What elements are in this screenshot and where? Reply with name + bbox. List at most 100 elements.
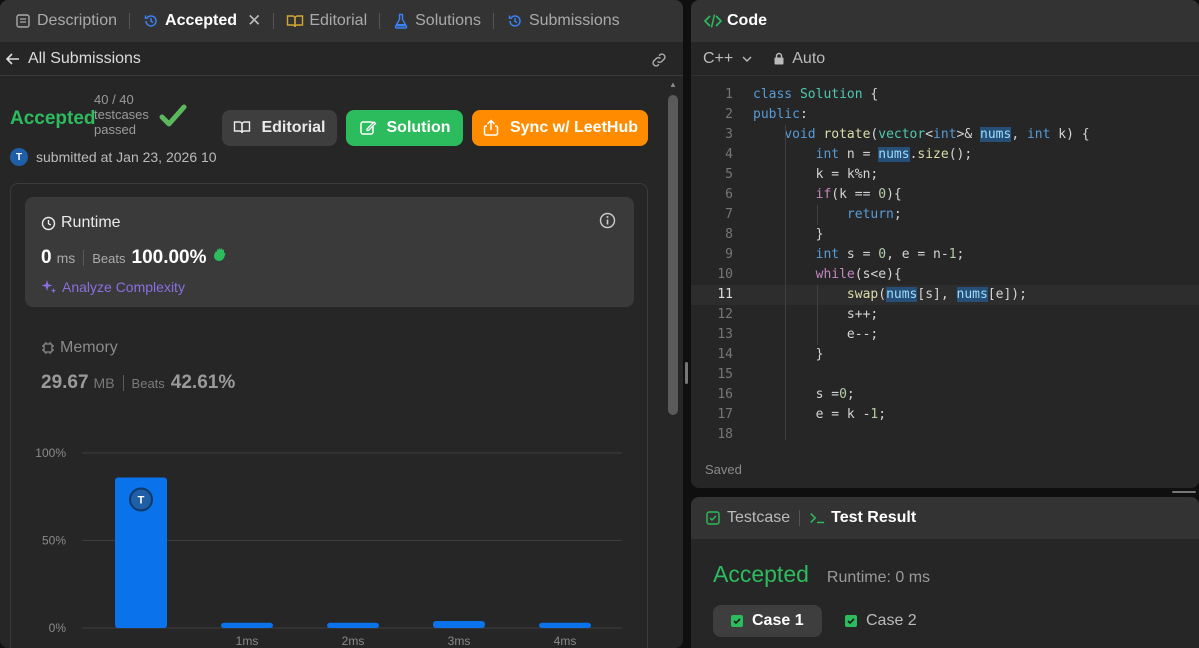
panel-resize-handle[interactable] [1172,491,1196,493]
code-line[interactable]: 9 int s = 0, e = n-1; [691,245,1199,265]
chart-bar[interactable] [433,621,485,628]
code-line[interactable]: 17 e = k -1; [691,405,1199,425]
panel-resize-handle[interactable] [685,362,688,384]
sparkle-icon [41,279,57,295]
x-tick-label: 3ms [448,634,471,648]
code-line[interactable]: 8 } [691,225,1199,245]
code-text: swap(nums[s], nums[e]); [846,287,1027,302]
runtime-distribution-chart[interactable]: 100% 50% 0% T 1ms 2ms 3ms 4ms [20,445,630,648]
testcase-passed-label: passed [94,122,136,137]
case-2-button[interactable]: Case 2 [827,605,935,637]
avatar[interactable]: T [10,148,28,166]
divider [122,375,124,391]
line-number: 4 [725,147,733,162]
terminal-icon [809,510,825,526]
tab-editorial[interactable]: Editorial [280,0,373,42]
code-line[interactable]: 16 s =0; [691,385,1199,405]
y-tick-label: 50% [42,534,66,548]
left-panel: Description Accepted ✕ Editorial Solutio… [0,0,683,648]
tab-description[interactable]: Description [8,0,123,42]
x-tick-label: 4ms [554,634,577,648]
code-line[interactable]: 12 s++; [691,305,1199,325]
chart-bar[interactable] [221,622,273,628]
code-text: return; [846,207,902,222]
code-line[interactable]: 18 [691,425,1199,445]
sync-leethub-button[interactable]: Sync w/ LeetHub [472,110,648,146]
code-text: e = k -1; [753,407,887,422]
editorial-button[interactable]: Editorial [222,110,337,146]
code-line[interactable]: 13 e--; [691,325,1199,345]
code-line[interactable]: 6 if(k == 0){ [691,185,1199,205]
testcase-count-value: 40 / 40 [94,92,134,107]
x-tick-label: 1ms [236,634,259,648]
line-number: 6 [725,187,733,202]
info-icon[interactable] [599,212,616,229]
code-text: s++; [753,307,879,322]
avatar-marker-label: T [138,495,145,507]
testcase-count: 40 / 40 testcases passed [94,92,164,137]
code-line[interactable]: 5 k = k%n; [691,165,1199,185]
test-result-line: Accepted Runtime: 0 ms [713,561,930,588]
code-line[interactable]: 1 class Solution { [691,85,1199,105]
memory-unit: MB [93,375,115,391]
code-text: } [753,347,824,362]
save-status: Saved [705,462,742,477]
tab-accepted[interactable]: Accepted ✕ [136,0,267,42]
tab-testcase[interactable]: Testcase [705,509,790,527]
case-1-button[interactable]: Case 1 [713,605,822,637]
sync-button-label: Sync w/ LeetHub [509,119,639,136]
mode-label[interactable]: Auto [792,50,825,68]
tab-solutions[interactable]: Solutions [386,0,487,42]
code-line[interactable]: 7 return; [691,205,1199,225]
case-2-label: Case 2 [866,612,917,629]
memory-title-label: Memory [60,339,118,356]
code-line[interactable]: 15 [691,365,1199,385]
solution-button[interactable]: Solution [346,110,463,146]
code-line[interactable]: 2 public: [691,105,1199,125]
code-line[interactable]: 3 void rotate(vector<int>& nums, int k) … [691,125,1199,145]
edit-icon [359,119,377,137]
memory-beats-value: 42.61% [170,372,236,393]
back-to-submissions-link[interactable]: All Submissions [4,50,141,68]
test-result-status: Accepted [713,561,809,587]
code-line[interactable]: 4 int n = nums.size(); [691,145,1199,165]
scrollbar-thumb[interactable] [668,95,678,415]
test-result-runtime: Runtime: 0 ms [826,569,931,586]
description-icon [14,12,32,30]
code-line[interactable]: 11 swap(nums[s], nums[e]); [691,285,1199,305]
line-number: 14 [717,347,733,362]
tab-accepted-label: Accepted [165,12,238,29]
chevron-down-icon[interactable] [741,53,753,65]
close-icon[interactable]: ✕ [247,11,261,31]
scroll-up-arrow-icon[interactable]: ▲ [668,80,678,90]
history-icon [506,12,524,30]
line-number: 7 [725,207,733,222]
tab-editorial-label: Editorial [309,12,368,29]
analyze-complexity-link[interactable]: Analyze Complexity [41,279,185,295]
chart-bar[interactable] [539,622,591,628]
code-editor[interactable]: 1 class Solution {2 public: 3 void rotate(v… [691,85,1199,445]
runtime-box[interactable]: Runtime 0 ms Beats 100.00% Analyze Compl… [25,197,634,307]
runtime-title-label: Runtime [61,214,121,231]
line-number: 18 [717,427,733,442]
memory-title[interactable]: Memory [41,339,118,357]
chart-bar[interactable] [327,622,379,628]
line-number: 10 [717,267,733,282]
memory-value: 29.67 [41,372,89,393]
tab-test-result[interactable]: Test Result [809,509,916,527]
line-number: 1 [725,87,733,102]
language-select[interactable]: C++ [703,50,733,68]
line-number: 12 [717,307,733,322]
tab-submissions[interactable]: Submissions [500,0,626,42]
code-line[interactable]: 14 } [691,345,1199,365]
line-number: 16 [717,387,733,402]
book-icon [286,12,304,30]
code-text: e--; [753,327,879,342]
line-number: 9 [725,247,733,262]
code-title: Code [727,12,767,29]
code-line[interactable]: 10 while(s<e){ [691,265,1199,285]
code-icon [703,11,723,31]
submission-status: Accepted [10,108,96,129]
tab-separator [273,13,275,29]
link-icon[interactable] [649,50,669,70]
